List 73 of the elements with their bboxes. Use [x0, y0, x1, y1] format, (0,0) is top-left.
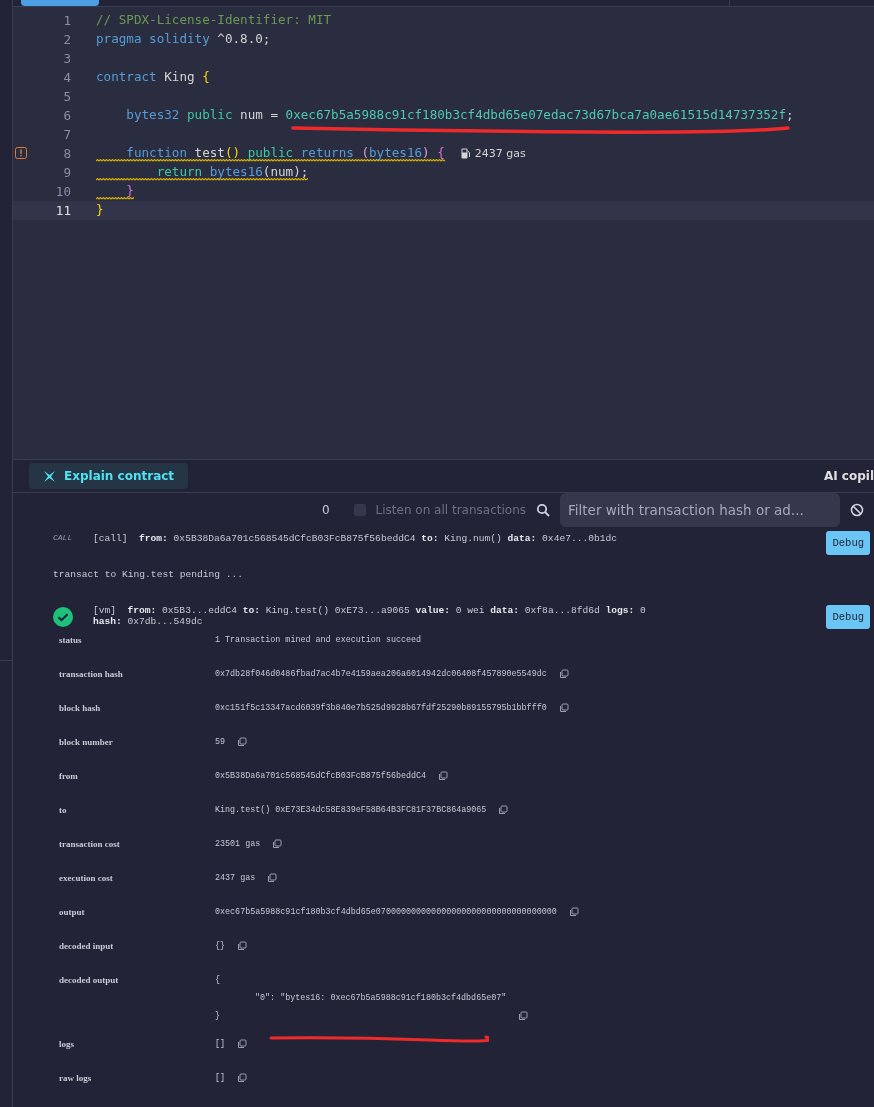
code-line: contract King { [96, 68, 210, 86]
log-message: transact to King.test pending ... [52, 568, 244, 582]
copy-icon[interactable] [438, 771, 449, 781]
debug-button[interactable]: Debug [826, 531, 870, 555]
detail-label: status [59, 635, 83, 645]
detail-value: [] [215, 1039, 226, 1049]
code-line: } [96, 201, 105, 219]
detail-value: {} [215, 941, 226, 951]
line-number: 6 [62, 107, 71, 123]
copy-icon[interactable] [267, 873, 278, 883]
code-line: pragma solidity ^0.8.0; [96, 30, 271, 48]
line-number: 1 [62, 12, 71, 28]
filter-field[interactable]: Filter with transaction hash or ad... [560, 493, 840, 527]
detail-value: 1 Transaction mined and execution succeed [215, 635, 422, 645]
detail-value: } [215, 1011, 222, 1021]
debug-button[interactable]: Debug [826, 605, 870, 629]
copy-icon[interactable] [237, 1073, 248, 1083]
detail-value: "0": "bytes16: 0xec67b5a5988c91cf180b3cf4dbd65e07" [255, 993, 507, 1003]
line-number: 10 [54, 183, 71, 199]
call-label: CALL [53, 532, 74, 542]
log-entry: [vm] from: 0x5B3...eddC4 to: King.test() 0xE73...a9065 value: 0 wei data: 0xf8a...8fd6d logs: 0 [93, 605, 647, 616]
line-number: 9 [62, 164, 71, 180]
copy-icon[interactable] [498, 805, 509, 815]
fuel-pump-icon [460, 147, 471, 159]
gas-text: 2437 gas [474, 146, 526, 160]
detail-label: decoded input [59, 941, 115, 951]
copy-icon[interactable] [558, 703, 569, 713]
search-icon[interactable] [536, 503, 550, 517]
detail-value: 0xec67b5a5988c91cf180b3cf4dbd65e070000000000000000000000000000000000 [215, 907, 557, 917]
detail-label: to [59, 805, 68, 815]
line-number: 2 [62, 31, 71, 47]
ai-copilot-label: AI copil [823, 469, 874, 484]
line-number: 8 [62, 145, 71, 161]
detail-value: 0x7db28f046d0486fbad7ac4b7e4159aea206a6014942dc06408f457890e5549dc [215, 669, 547, 679]
log-entry: [call] from: 0x5B38Da6a701c568545dCfcB03FcB875f56beddC4 to: King.num() data: 0x4e7...0b1dc [93, 532, 618, 544]
detail-value: 0x5B38Da6a701c568545dCfcB03FcB875f56beddC4 [215, 771, 427, 781]
listen-label: Listen on all transactions [375, 503, 526, 517]
detail-value: King.test() 0xE73E34dc58E839eF58B64B3FC81F37BC864a9065 [215, 805, 487, 815]
detail-label: logs [59, 1039, 75, 1049]
line-number: 7 [62, 126, 71, 142]
success-check-icon [53, 607, 73, 627]
copy-icon[interactable] [568, 907, 579, 917]
detail-label: output [59, 907, 86, 917]
detail-label: decoded output [59, 975, 120, 985]
copy-icon[interactable] [237, 737, 248, 747]
detail-label: from [59, 771, 79, 781]
clear-icon[interactable] [850, 503, 864, 517]
line-number: 3 [62, 50, 71, 66]
line-number: 4 [62, 69, 71, 85]
explain-contract-button[interactable]: Explain contract [29, 463, 189, 490]
line-number: 11 [54, 202, 71, 218]
detail-value: 0xc151f5c13347acd6039f3b840e7b525d9928b67fdf25290b89155795b1bbfff0 [215, 703, 547, 713]
detail-value: 23501 gas [215, 839, 261, 849]
detail-label: block hash [59, 703, 102, 713]
detail-label: block number [59, 737, 114, 747]
copy-icon[interactable] [237, 941, 248, 951]
detail-label: transaction cost [59, 839, 121, 849]
detail-value: [] [215, 1073, 226, 1083]
detail-label: execution cost [59, 873, 114, 883]
detail-value: 2437 gas [215, 873, 256, 883]
pending-count: 0 [321, 503, 330, 517]
copy-icon[interactable] [272, 839, 283, 849]
detail-value: 59 [215, 737, 226, 747]
code-line: // SPDX-License-Identifier: MIT [96, 11, 332, 29]
detail-label: transaction hash [59, 669, 124, 679]
tx-hash: hash: 0x7db...549dc [93, 616, 204, 627]
detail-label: raw logs [59, 1073, 93, 1083]
detail-value: { [215, 975, 222, 985]
copy-icon[interactable] [558, 669, 569, 679]
code-line: bytes32 public num = 0xec67b5a5988c91cf180b3cf4dbd65e07edac73d67bca7a0ae61515d14737352f; [125, 106, 794, 124]
copy-icon[interactable] [237, 1039, 248, 1049]
copy-icon[interactable] [518, 1011, 529, 1021]
line-number: 5 [62, 88, 71, 104]
